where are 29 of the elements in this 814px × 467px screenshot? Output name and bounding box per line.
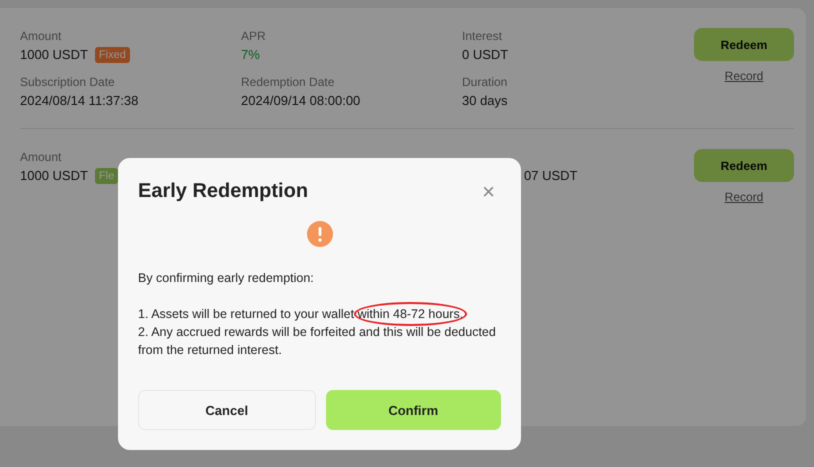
- field-label: Subscription Date: [20, 74, 116, 90]
- cancel-button[interactable]: Cancel: [138, 390, 316, 430]
- field-label: Duration: [462, 74, 508, 90]
- field-value: 30 days: [462, 92, 508, 110]
- notice-text: 1. Assets will be returned to your wallet within 48-72 hours.: [138, 305, 501, 323]
- field-value: 07 USDT: [524, 167, 578, 185]
- confirm-button[interactable]: Confirm: [326, 390, 501, 430]
- dialog-title: Early Redemption: [138, 180, 308, 203]
- type-tag: Fle: [94, 168, 118, 184]
- field-value: 1000 USDT: [20, 46, 88, 64]
- record-link[interactable]: Record: [724, 190, 764, 204]
- record-link[interactable]: Record: [724, 69, 764, 83]
- field-value: 7%: [241, 46, 260, 64]
- field-value: 1000 USDT: [20, 167, 88, 185]
- intro-text: By confirming early redemption:: [138, 270, 315, 287]
- field-value: 2024/09/14 08:00:00: [241, 92, 360, 110]
- field-label: Amount: [20, 28, 62, 44]
- warning-icon: [306, 221, 332, 247]
- field-label: Interest: [462, 28, 504, 44]
- notice-text: 2. Any accrued rewards will be forfeited and this will be deducted from the returned interest.: [138, 324, 497, 359]
- field-value: 2024/08/14 11:37:38: [20, 92, 138, 110]
- redeem-button[interactable]: Redeem: [694, 28, 794, 61]
- field-value: 0 USDT: [462, 46, 508, 64]
- field-label: Amount: [20, 149, 62, 165]
- redeem-button[interactable]: Redeem: [694, 149, 794, 182]
- close-button[interactable]: ×: [476, 180, 501, 202]
- type-tag: Fixed: [94, 47, 130, 63]
- field-label: Redemption Date: [241, 74, 336, 90]
- field-label: APR: [241, 28, 267, 44]
